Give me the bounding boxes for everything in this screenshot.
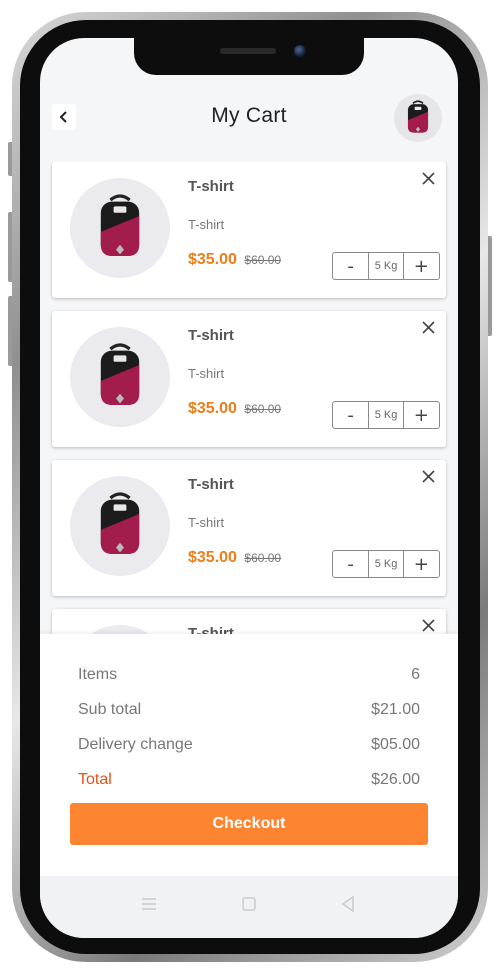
cart-item: T-shirt T-shirt $35.00 $60.00 - 5 Kg + — [52, 162, 446, 298]
items-value: 6 — [411, 666, 420, 683]
remove-item-button[interactable] — [420, 319, 436, 335]
product-old-price: $60.00 — [244, 253, 282, 267]
product-subtitle: T-shirt — [188, 515, 225, 530]
quantity-stepper: - 5 Kg + — [332, 401, 440, 429]
items-label: Items — [78, 666, 118, 683]
home-nav-button[interactable] — [239, 894, 259, 914]
app-screen: My Cart T-shirt T-shirt $35.00 $60.00 - … — [40, 38, 458, 938]
speaker — [220, 48, 276, 54]
product-price: $35.00 — [188, 400, 237, 417]
price-row: $35.00 $60.00 — [188, 400, 281, 418]
system-nav-bar — [40, 876, 458, 938]
close-icon — [421, 469, 435, 483]
remove-item-button[interactable] — [420, 170, 436, 186]
remove-item-button[interactable] — [420, 617, 436, 633]
price-row: $35.00 $60.00 — [188, 549, 281, 567]
quantity-stepper: - 5 Kg + — [332, 252, 440, 280]
summary-items-row: Items 6 — [78, 666, 420, 686]
order-summary: Items 6 Sub total $21.00 Delivery change… — [40, 634, 458, 876]
back-nav-button[interactable] — [338, 894, 358, 914]
front-camera — [294, 45, 306, 57]
close-icon — [421, 618, 435, 632]
backpack-icon — [100, 194, 140, 256]
summary-subtotal-row: Sub total $21.00 — [78, 701, 420, 721]
close-icon — [421, 320, 435, 334]
increase-button[interactable]: + — [404, 253, 439, 279]
summary-total-row: Total $26.00 — [78, 771, 420, 791]
total-value: $26.00 — [371, 771, 420, 788]
product-old-price: $60.00 — [244, 402, 282, 416]
subtotal-value: $21.00 — [371, 701, 420, 718]
summary-delivery-row: Delivery change $05.00 — [78, 736, 420, 756]
cart-item: T-shirt — [52, 609, 446, 637]
square-icon — [242, 897, 256, 911]
app-header: My Cart — [40, 94, 458, 150]
triangle-back-icon — [341, 896, 354, 912]
quantity-stepper: - 5 Kg + — [332, 550, 440, 578]
cart-item: T-shirt T-shirt $35.00 $60.00 - 5 Kg + — [52, 311, 446, 447]
cart-list: T-shirt T-shirt $35.00 $60.00 - 5 Kg + T… — [40, 162, 458, 637]
menu-nav-button[interactable] — [139, 894, 159, 914]
cart-item: T-shirt T-shirt $35.00 $60.00 - 5 Kg + — [52, 460, 446, 596]
product-image[interactable] — [70, 178, 170, 278]
backpack-icon — [407, 100, 429, 133]
total-label: Total — [78, 771, 112, 788]
backpack-icon — [100, 343, 140, 405]
backpack-icon — [100, 492, 140, 554]
cart-avatar[interactable] — [394, 94, 442, 142]
quantity-value: 5 Kg — [368, 253, 404, 279]
notch — [134, 34, 364, 75]
delivery-value: $05.00 — [371, 736, 420, 753]
product-name: T-shirt — [188, 178, 234, 195]
price-row: $35.00 $60.00 — [188, 251, 281, 269]
decrease-button[interactable]: - — [333, 402, 368, 428]
product-old-price: $60.00 — [244, 551, 282, 565]
delivery-label: Delivery change — [78, 736, 193, 753]
product-name: T-shirt — [188, 476, 234, 493]
increase-button[interactable]: + — [404, 551, 439, 577]
checkout-button[interactable]: Checkout — [70, 803, 428, 845]
product-name: T-shirt — [188, 327, 234, 344]
quantity-value: 5 Kg — [368, 551, 404, 577]
product-subtitle: T-shirt — [188, 217, 225, 232]
decrease-button[interactable]: - — [333, 253, 368, 279]
product-subtitle: T-shirt — [188, 366, 225, 381]
close-icon — [421, 171, 435, 185]
product-price: $35.00 — [188, 549, 237, 566]
product-price: $35.00 — [188, 251, 237, 268]
subtotal-label: Sub total — [78, 701, 142, 718]
increase-button[interactable]: + — [404, 402, 439, 428]
menu-icon — [142, 898, 156, 910]
product-image[interactable] — [70, 327, 170, 427]
decrease-button[interactable]: - — [333, 551, 368, 577]
quantity-value: 5 Kg — [368, 402, 404, 428]
remove-item-button[interactable] — [420, 468, 436, 484]
product-image[interactable] — [70, 476, 170, 576]
